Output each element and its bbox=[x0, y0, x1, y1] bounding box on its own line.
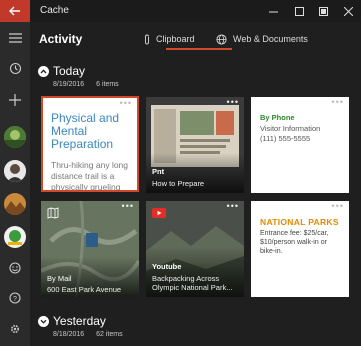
globe-icon bbox=[216, 33, 227, 45]
menu-icon bbox=[8, 33, 22, 43]
left-rail: ? bbox=[0, 22, 30, 346]
svg-text:?: ? bbox=[13, 296, 17, 303]
emoji-button[interactable] bbox=[0, 255, 30, 281]
menu-button[interactable] bbox=[0, 25, 30, 51]
avatar-landscape-image bbox=[4, 126, 26, 148]
section-yesterday-date: 8/18/2016 bbox=[53, 331, 85, 338]
clip-card-subtitle: How to Prepare bbox=[152, 179, 205, 188]
clip-card-title: Youtube bbox=[152, 262, 182, 271]
clip-card-heading: NATIONAL PARKS bbox=[260, 217, 339, 227]
minimize-icon bbox=[268, 11, 278, 12]
section-yesterday-count: 62 items bbox=[96, 331, 123, 338]
clip-card-title: Pnt bbox=[152, 167, 165, 176]
section-today-count: 6 items bbox=[96, 81, 119, 88]
app-back-button[interactable] bbox=[0, 0, 30, 22]
clip-card-title: By Mail bbox=[47, 274, 72, 283]
section-yesterday: Yesterday 8/18/2016 62 items bbox=[38, 314, 238, 340]
clip-card-presentation[interactable]: ••• Pnt How to Prepare bbox=[146, 97, 244, 193]
tab-clipboard[interactable]: Clipboard bbox=[143, 28, 195, 50]
avatar-person-image bbox=[4, 160, 26, 182]
avatar-mountain-image bbox=[4, 193, 26, 215]
avatar-contact-1[interactable] bbox=[4, 126, 26, 148]
clip-card-map[interactable]: ••• By Mail 600 East Park Avenue bbox=[41, 201, 139, 297]
chevron-up-icon bbox=[40, 69, 47, 74]
chevron-down-icon bbox=[40, 319, 47, 324]
avatar-logo-image bbox=[4, 226, 26, 248]
clip-card-parks[interactable]: ••• NATIONAL PARKS Entrance fee: $25/car… bbox=[251, 201, 349, 297]
clip-card-text[interactable]: ••• Physical and Mental Preparation Thru… bbox=[41, 96, 139, 192]
clip-card-kicker: By Phone bbox=[260, 113, 295, 122]
more-options-icon[interactable]: ••• bbox=[332, 201, 344, 211]
map-icon bbox=[47, 207, 59, 219]
activity-header: Activity Clipboard Web & Documents bbox=[30, 22, 361, 54]
minimize-button[interactable] bbox=[261, 0, 285, 22]
add-icon bbox=[9, 94, 21, 106]
clip-card-line-1: Visitor Information bbox=[260, 124, 321, 133]
section-yesterday-meta: 8/18/2016 62 items bbox=[53, 331, 133, 338]
snap-icon bbox=[318, 6, 328, 16]
section-today: Today 8/19/2016 6 items bbox=[38, 64, 238, 88]
clip-card-body: Entrance fee: $25/car, $10/person walk-i… bbox=[260, 230, 329, 255]
clip-card-heading: Physical and Mental Preparation bbox=[51, 111, 120, 151]
emoji-icon bbox=[9, 262, 21, 274]
page-title: Activity bbox=[39, 32, 83, 46]
clip-card-line-2: (111) 555-5555 bbox=[260, 134, 311, 143]
tab-web-documents-label: Web & Documents bbox=[233, 34, 308, 44]
maximize-button[interactable] bbox=[287, 0, 311, 22]
window-title: Cache bbox=[40, 5, 69, 16]
help-button[interactable]: ? bbox=[0, 285, 30, 311]
section-yesterday-title: Yesterday bbox=[53, 314, 106, 328]
clip-card-body: Thru-hiking any long distance trail is a… bbox=[51, 160, 129, 192]
clip-card-phone[interactable]: ••• By Phone Visitor Information (111) 5… bbox=[251, 97, 349, 193]
history-button[interactable] bbox=[0, 55, 30, 81]
avatar-contact-3[interactable] bbox=[4, 193, 26, 215]
youtube-icon bbox=[152, 208, 166, 218]
avatar-contact-4[interactable] bbox=[4, 226, 26, 248]
clip-card-video[interactable]: ••• Youtube Backpacking Across Olympic N… bbox=[146, 201, 244, 297]
collapse-today-button[interactable] bbox=[38, 66, 49, 77]
section-today-title: Today bbox=[53, 64, 86, 78]
section-today-meta: 8/19/2016 6 items bbox=[53, 81, 129, 88]
title-bar: Cache bbox=[0, 0, 361, 22]
help-icon: ? bbox=[9, 292, 21, 304]
section-today-date: 8/19/2016 bbox=[53, 81, 85, 88]
clip-card-subtitle: Backpacking Across Olympic National Park… bbox=[152, 274, 233, 292]
avatar-contact-2[interactable] bbox=[4, 160, 26, 182]
paperclip-icon bbox=[145, 34, 149, 44]
close-button[interactable] bbox=[336, 0, 360, 22]
more-options-icon[interactable]: ••• bbox=[332, 97, 344, 107]
tab-clipboard-label: Clipboard bbox=[156, 34, 195, 44]
maximize-icon bbox=[294, 6, 304, 16]
more-options-icon[interactable]: ••• bbox=[122, 201, 134, 211]
add-button[interactable] bbox=[0, 87, 30, 113]
tab-web-documents[interactable]: Web & Documents bbox=[216, 28, 308, 50]
more-options-icon[interactable]: ••• bbox=[120, 98, 132, 108]
settings-icon bbox=[10, 324, 20, 334]
back-arrow-icon bbox=[9, 6, 20, 16]
clip-card-subtitle: 600 East Park Avenue bbox=[47, 285, 122, 294]
more-options-icon[interactable]: ••• bbox=[227, 201, 239, 211]
more-options-icon[interactable]: ••• bbox=[227, 97, 239, 107]
settings-button[interactable] bbox=[0, 316, 30, 342]
history-icon bbox=[9, 62, 21, 74]
collapse-yesterday-button[interactable] bbox=[38, 316, 49, 327]
snap-button[interactable] bbox=[311, 0, 335, 22]
close-icon bbox=[343, 6, 353, 16]
